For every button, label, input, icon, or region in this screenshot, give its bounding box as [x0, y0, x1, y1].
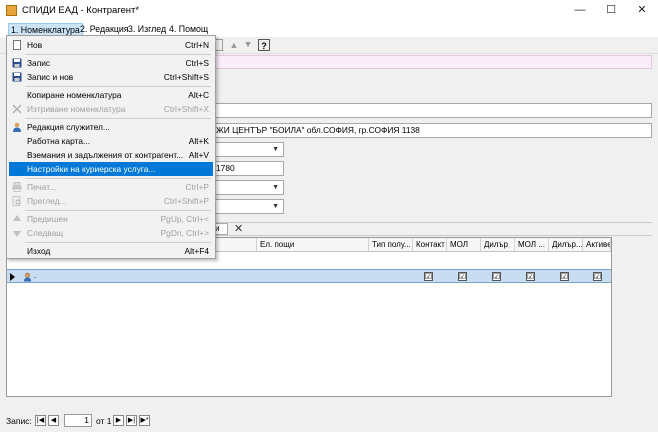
record-count: от 1: [96, 416, 112, 426]
new-record-button[interactable]: ▶*: [139, 415, 150, 426]
menu-separator: [25, 86, 211, 87]
last-record-button[interactable]: ▶|: [126, 415, 137, 426]
row-pointer-icon: [10, 273, 15, 281]
menu-item-edit-employee[interactable]: Редакция служител...: [9, 120, 213, 134]
menu-item-receivables[interactable]: Вземания и задължения от контрагент... A…: [9, 148, 213, 162]
preview-icon: [12, 196, 21, 206]
move-down-icon[interactable]: ▲: [242, 39, 254, 51]
combo-field-2[interactable]: ▼: [212, 180, 284, 195]
menu-separator: [25, 54, 211, 55]
employees-grid: Ел. пощи Тип полу... Контакт МОЛ Дилър М…: [6, 237, 612, 397]
checkbox-mol2[interactable]: ☑: [526, 272, 535, 281]
checkbox-dealer2[interactable]: ☑: [560, 272, 569, 281]
name-field[interactable]: [212, 103, 652, 118]
app-window: СПИДИ ЕАД - Контрагент* — ☐ ✕ 1. Номенкл…: [0, 0, 658, 432]
nomenclature-menu: Нов Ctrl+N Запис Ctrl+S Запис и нов Ctrl…: [6, 35, 216, 259]
user-icon: [13, 122, 21, 132]
title-bar: СПИДИ ЕАД - Контрагент* — ☐ ✕: [0, 0, 658, 22]
print-icon: [12, 182, 22, 192]
menu-item-delete[interactable]: Изтриване номенклатура Ctrl+Shift+X: [9, 102, 213, 116]
help-icon[interactable]: ?: [258, 39, 270, 51]
menu-separator: [25, 242, 211, 243]
menu-item-save[interactable]: Запис Ctrl+S: [9, 56, 213, 70]
menu-item-courier-settings[interactable]: Настройки на куриерска услуга...: [9, 162, 213, 176]
menu-item-new[interactable]: Нов Ctrl+N: [9, 38, 213, 52]
checkbox-active[interactable]: ☑: [593, 272, 602, 281]
app-icon: [6, 5, 17, 16]
save-icon: [12, 58, 22, 68]
col-contact[interactable]: Контакт: [413, 238, 447, 252]
col-emails[interactable]: Ел. пощи: [257, 238, 369, 252]
chevron-down-icon: ▼: [272, 203, 279, 210]
table-row[interactable]: . ☑ ☑ ☑ ☑ ☑ ☑: [7, 269, 611, 283]
delete-icon: [12, 104, 22, 114]
col-mol2[interactable]: МОЛ ...: [515, 238, 549, 252]
checkbox-mol[interactable]: ☑: [458, 272, 467, 281]
move-up-icon[interactable]: ▲: [228, 39, 240, 51]
save-new-icon: [12, 72, 22, 82]
col-dealer2[interactable]: Дилър...: [549, 238, 583, 252]
close-button[interactable]: ✕: [627, 0, 657, 20]
col-mol[interactable]: МОЛ: [447, 238, 481, 252]
minimize-button[interactable]: —: [565, 0, 595, 20]
menu-item-save-new[interactable]: Запис и нов Ctrl+Shift+S: [9, 70, 213, 84]
menu-item-preview[interactable]: Преглед... Ctrl+Shift+P: [9, 194, 213, 208]
new-doc-icon: [13, 40, 21, 50]
col-type[interactable]: Тип полу...: [369, 238, 413, 252]
col-active[interactable]: Активен: [583, 238, 611, 252]
prev-icon: [13, 215, 21, 221]
record-label: Запис:: [6, 416, 32, 426]
chevron-down-icon: ▼: [272, 184, 279, 191]
menu-item-copy[interactable]: Копиране номенклатура Alt+C: [9, 88, 213, 102]
row-name: .: [34, 271, 37, 280]
menu-item-exit[interactable]: Изход Alt+F4: [9, 244, 213, 258]
record-number-input[interactable]: 1: [64, 414, 92, 427]
user-icon: [23, 272, 32, 282]
number-field[interactable]: 1780: [212, 161, 284, 176]
checkbox-contact[interactable]: ☑: [424, 272, 433, 281]
chevron-down-icon: ▼: [272, 146, 279, 153]
combo-field-1[interactable]: ▼: [212, 142, 284, 157]
address-field[interactable]: ЖИ ЦЕНТЪР "БОИЛА" обл.СОФИЯ, гр.СОФИЯ 11…: [212, 123, 652, 138]
window-title: СПИДИ ЕАД - Контрагент*: [22, 5, 140, 16]
status-bar: Запис: |◀ ◀ 1 от 1 ▶ ▶| ▶*: [0, 411, 658, 432]
maximize-button[interactable]: ☐: [596, 0, 626, 20]
next-record-button[interactable]: ▶: [113, 415, 124, 426]
col-dealer[interactable]: Дилър: [481, 238, 515, 252]
checkbox-dealer[interactable]: ☑: [492, 272, 501, 281]
combo-field-3[interactable]: ▼: [212, 199, 284, 214]
menu-item-previous[interactable]: Предишен PgUp, Ctrl+<: [9, 212, 213, 226]
menu-separator: [25, 118, 211, 119]
grid-toolbar: и ✕: [212, 222, 652, 236]
delete-row-icon[interactable]: ✕: [234, 222, 243, 235]
first-record-button[interactable]: |◀: [35, 415, 46, 426]
menu-item-next[interactable]: Следващ PgDn, Ctrl+>: [9, 226, 213, 240]
next-icon: [13, 231, 21, 237]
prev-record-button[interactable]: ◀: [48, 415, 59, 426]
menu-item-print[interactable]: Печат... Ctrl+P: [9, 180, 213, 194]
menu-separator: [25, 178, 211, 179]
menu-separator: [25, 210, 211, 211]
menu-item-work-card[interactable]: Работна карта... Alt+K: [9, 134, 213, 148]
